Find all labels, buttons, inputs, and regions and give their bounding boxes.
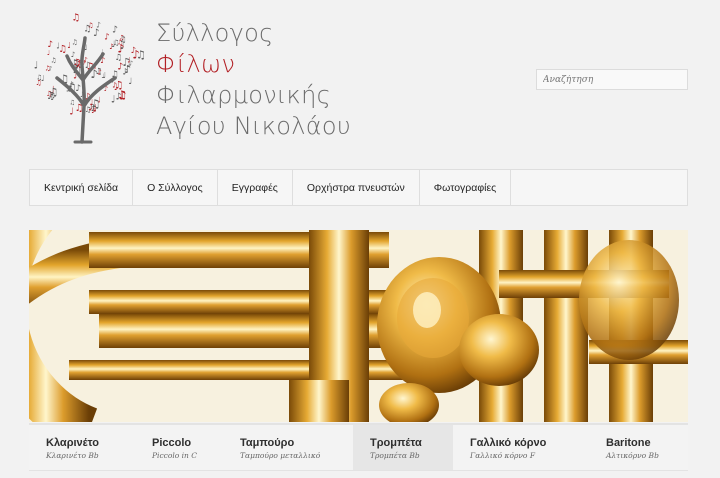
site-title[interactable]: Σύλλογος Φίλων Φιλαρμονικής Αγίου Νικολά… xyxy=(156,18,351,142)
music-note-icon: ♪ xyxy=(109,42,114,51)
music-note-icon: ♪ xyxy=(75,84,81,94)
tab-title: Ταμπούρο xyxy=(240,437,295,449)
music-note-icon: ♫ xyxy=(58,44,67,55)
music-note-icon: ♩ xyxy=(47,49,50,57)
music-note-icon: ♪ xyxy=(104,33,110,43)
slider-tab-snare-drum[interactable]: Ταμπούρο Ταμπούρο μεταλλικό xyxy=(223,425,353,470)
music-note-icon: ♫ xyxy=(119,34,126,44)
music-note-icon: ♩ xyxy=(34,60,39,71)
music-note-icon: ♪ xyxy=(122,67,128,77)
music-note-icon: ♫ xyxy=(72,13,81,24)
music-note-icon: ♩ xyxy=(69,106,74,117)
music-note-icon: ♫ xyxy=(51,56,57,64)
music-note-icon: ♩ xyxy=(127,56,131,65)
tab-subtitle: Κλαρινέτο Bb xyxy=(46,451,99,460)
tab-title: Κλαρινέτο xyxy=(46,437,99,449)
music-note-icon: ♫ xyxy=(49,92,55,100)
search-input[interactable] xyxy=(536,69,688,90)
site-title-line-3: Φιλαρμονικής xyxy=(156,81,331,109)
nav-item-photos[interactable]: Φωτογραφίες xyxy=(420,170,512,205)
slider-tab-piccolo[interactable]: Piccolo Piccolo in C xyxy=(135,425,223,470)
music-note-icon: ♩ xyxy=(101,73,104,80)
music-note-icon: ♪ xyxy=(117,43,124,56)
music-note-icon: ♫ xyxy=(72,39,78,47)
music-note-icon: ♩ xyxy=(93,104,98,115)
slider-tab-clarinet[interactable]: Κλαρινέτο Κλαρινέτο Bb xyxy=(29,425,135,470)
slider-tab-trumpet[interactable]: Τρομπέτα Τρομπέτα Bb xyxy=(353,425,453,470)
tab-subtitle: Piccolo in C xyxy=(152,451,198,460)
tab-subtitle: Αλτικόρνο Bb xyxy=(606,451,659,460)
music-note-icon: ♫ xyxy=(83,24,91,35)
tab-subtitle: Τρομπέτα Bb xyxy=(370,451,420,460)
nav-item-registrations[interactable]: Εγγραφές xyxy=(218,170,293,205)
nav-item-association[interactable]: Ο Σύλλογος xyxy=(133,170,218,205)
music-note-icon: ♩ xyxy=(128,77,132,87)
main-navigation: Κεντρική σελίδα Ο Σύλλογος Εγγραφές Ορχή… xyxy=(29,169,688,206)
music-note-icon: ♩ xyxy=(67,40,71,50)
tab-title: Γαλλικό κόρνο xyxy=(470,437,547,449)
slider-tab-baritone[interactable]: Baritone Αλτικόρνο Bb xyxy=(589,425,688,470)
nav-item-wind-orchestra[interactable]: Ορχήστρα πνευστών xyxy=(293,170,420,205)
music-note-icon: ♫ xyxy=(70,99,76,107)
nav-item-home[interactable]: Κεντρική σελίδα xyxy=(30,170,134,205)
tab-title: Τρομπέτα xyxy=(370,437,422,449)
slider-tab-french-horn[interactable]: Γαλλικό κόρνο Γαλλικό κόρνο F xyxy=(453,425,589,470)
music-note-icon: ♪ xyxy=(132,48,139,62)
music-note-icon: ♪ xyxy=(71,50,76,59)
music-note-icon: ♪ xyxy=(112,25,118,36)
music-note-icon: ♩ xyxy=(88,102,93,113)
music-note-icon: ♪ xyxy=(93,28,100,39)
slider-tabs: Κλαρινέτο Κλαρινέτο Bb Piccolo Piccolo i… xyxy=(29,423,688,471)
site-title-line-4: Αγίου Νικολάου xyxy=(156,112,352,140)
music-note-icon: ♫ xyxy=(114,79,123,91)
tab-title: Baritone xyxy=(606,437,651,449)
logo-tree-icon[interactable]: ♫ ♫ ♫ ♫ ♪ ♫ ♫ ♩ ♪ ♫ ♫ ♫ ♫ ♪ ♩ ♫ ♪ ♩ ♪ ♫ ♪ ♩ ♪ ♪ ♪ ♪ ♫ ♩ ♩ ♩ ♪ ♩ ♫ ♩ ♩ ♩ ♫ ♫ ♫ ♪… xyxy=(27,10,146,144)
hero-slider-image[interactable] xyxy=(29,230,688,422)
tab-subtitle: Γαλλικό κόρνο F xyxy=(470,451,536,460)
music-note-icon: ♪ xyxy=(47,40,53,50)
music-note-icon: ♪ xyxy=(116,92,122,103)
music-note-icon: ♫ xyxy=(36,73,42,81)
tab-title: Piccolo xyxy=(152,437,192,449)
site-title-line-2: Φίλων xyxy=(156,50,236,78)
music-note-icon: ♪ xyxy=(49,66,53,73)
site-title-line-1: Σύλλογος xyxy=(156,19,274,47)
tab-subtitle: Ταμπούρο μεταλλικό xyxy=(240,451,321,460)
